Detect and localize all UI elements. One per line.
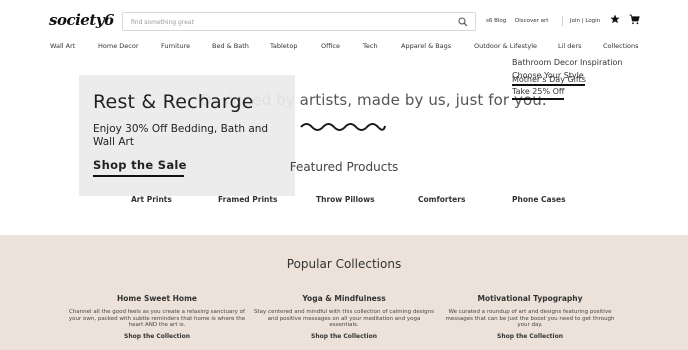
featured-phone-cases[interactable]: Phone Cases: [512, 195, 566, 204]
nav-wall-art[interactable]: Wall Art: [50, 42, 75, 50]
society6-logo[interactable]: society6: [49, 11, 114, 29]
collection-card: Home Sweet Home Channel all the good fee…: [67, 294, 247, 340]
search-input[interactable]: [131, 16, 451, 28]
discover-art-link[interactable]: Discover art: [515, 18, 548, 24]
nav-apparel-bags[interactable]: Apparel & Bags: [401, 42, 451, 50]
promo-card: Rest & Recharge Enjoy 30% Off Bedding, B…: [79, 75, 295, 196]
shop-collection-link[interactable]: Shop the Collection: [67, 333, 247, 340]
dropdown-underline: [512, 84, 585, 86]
nav-collections[interactable]: Collections: [603, 42, 639, 50]
collection-title[interactable]: Yoga & Mindfulness: [254, 294, 434, 303]
nav-bed-bath[interactable]: Bed & Bath: [212, 42, 249, 50]
cta-underline: [93, 175, 184, 177]
featured-throw-pillows[interactable]: Throw Pillows: [316, 195, 375, 204]
join-login-link[interactable]: Join | Login: [570, 18, 600, 24]
header-divider: [562, 16, 563, 26]
popular-collections-section: Popular Collections Home Sweet Home Chan…: [0, 235, 688, 350]
blog-link[interactable]: s6 Blog: [486, 18, 506, 24]
nav-furniture[interactable]: Furniture: [161, 42, 190, 50]
star-icon[interactable]: [610, 14, 620, 24]
featured-comforters[interactable]: Comforters: [418, 195, 465, 204]
nav-kids[interactable]: Lil ders: [558, 42, 581, 50]
collection-description: Stay centered and mindful with this coll…: [254, 309, 434, 329]
collection-description: We curated a roundup of art and designs …: [445, 309, 615, 329]
collection-title[interactable]: Motivational Typography: [440, 294, 620, 303]
featured-products-heading: Featured Products: [289, 160, 399, 174]
dropdown-item-bathroom-decor[interactable]: Bathroom Decor Inspiration: [512, 58, 622, 67]
dropdown-item-mothers-day[interactable]: Mother's Day Gifts: [512, 75, 586, 84]
collection-card: Motivational Typography We curated a rou…: [440, 294, 620, 340]
promo-title: Rest & Recharge: [93, 91, 254, 113]
nav-home-decor[interactable]: Home Decor: [98, 42, 139, 50]
category-nav: Wall Art Home Decor Furniture Bed & Bath…: [0, 38, 688, 56]
collection-description: Channel all the good feels as you create…: [68, 309, 246, 329]
dropdown-item-take-25-off[interactable]: Take 25% Off: [512, 87, 564, 96]
search-bar[interactable]: [122, 12, 476, 31]
shop-collection-link[interactable]: Shop the Collection: [440, 333, 620, 340]
collection-card: Yoga & Mindfulness Stay centered and min…: [254, 294, 434, 340]
featured-framed-prints[interactable]: Framed Prints: [218, 195, 277, 204]
nav-office[interactable]: Office: [321, 42, 340, 50]
site-header: society6 s6 Blog Discover art Join | Log…: [0, 0, 688, 38]
search-icon[interactable]: [458, 17, 468, 27]
squiggle-decoration: [300, 123, 386, 131]
nav-tech[interactable]: Tech: [363, 42, 378, 50]
nav-outdoor-lifestyle[interactable]: Outdoor & Lifestyle: [474, 42, 537, 50]
collection-title[interactable]: Home Sweet Home: [67, 294, 247, 303]
nav-tabletop[interactable]: Tabletop: [270, 42, 297, 50]
dropdown-underline: [512, 98, 564, 100]
promo-subtitle: Enjoy 30% Off Bedding, Bath and Wall Art: [93, 123, 269, 148]
popular-collections-heading: Popular Collections: [286, 257, 402, 271]
featured-art-prints[interactable]: Art Prints: [131, 195, 172, 204]
cart-icon[interactable]: [629, 14, 640, 25]
shop-collection-link[interactable]: Shop the Collection: [254, 333, 434, 340]
